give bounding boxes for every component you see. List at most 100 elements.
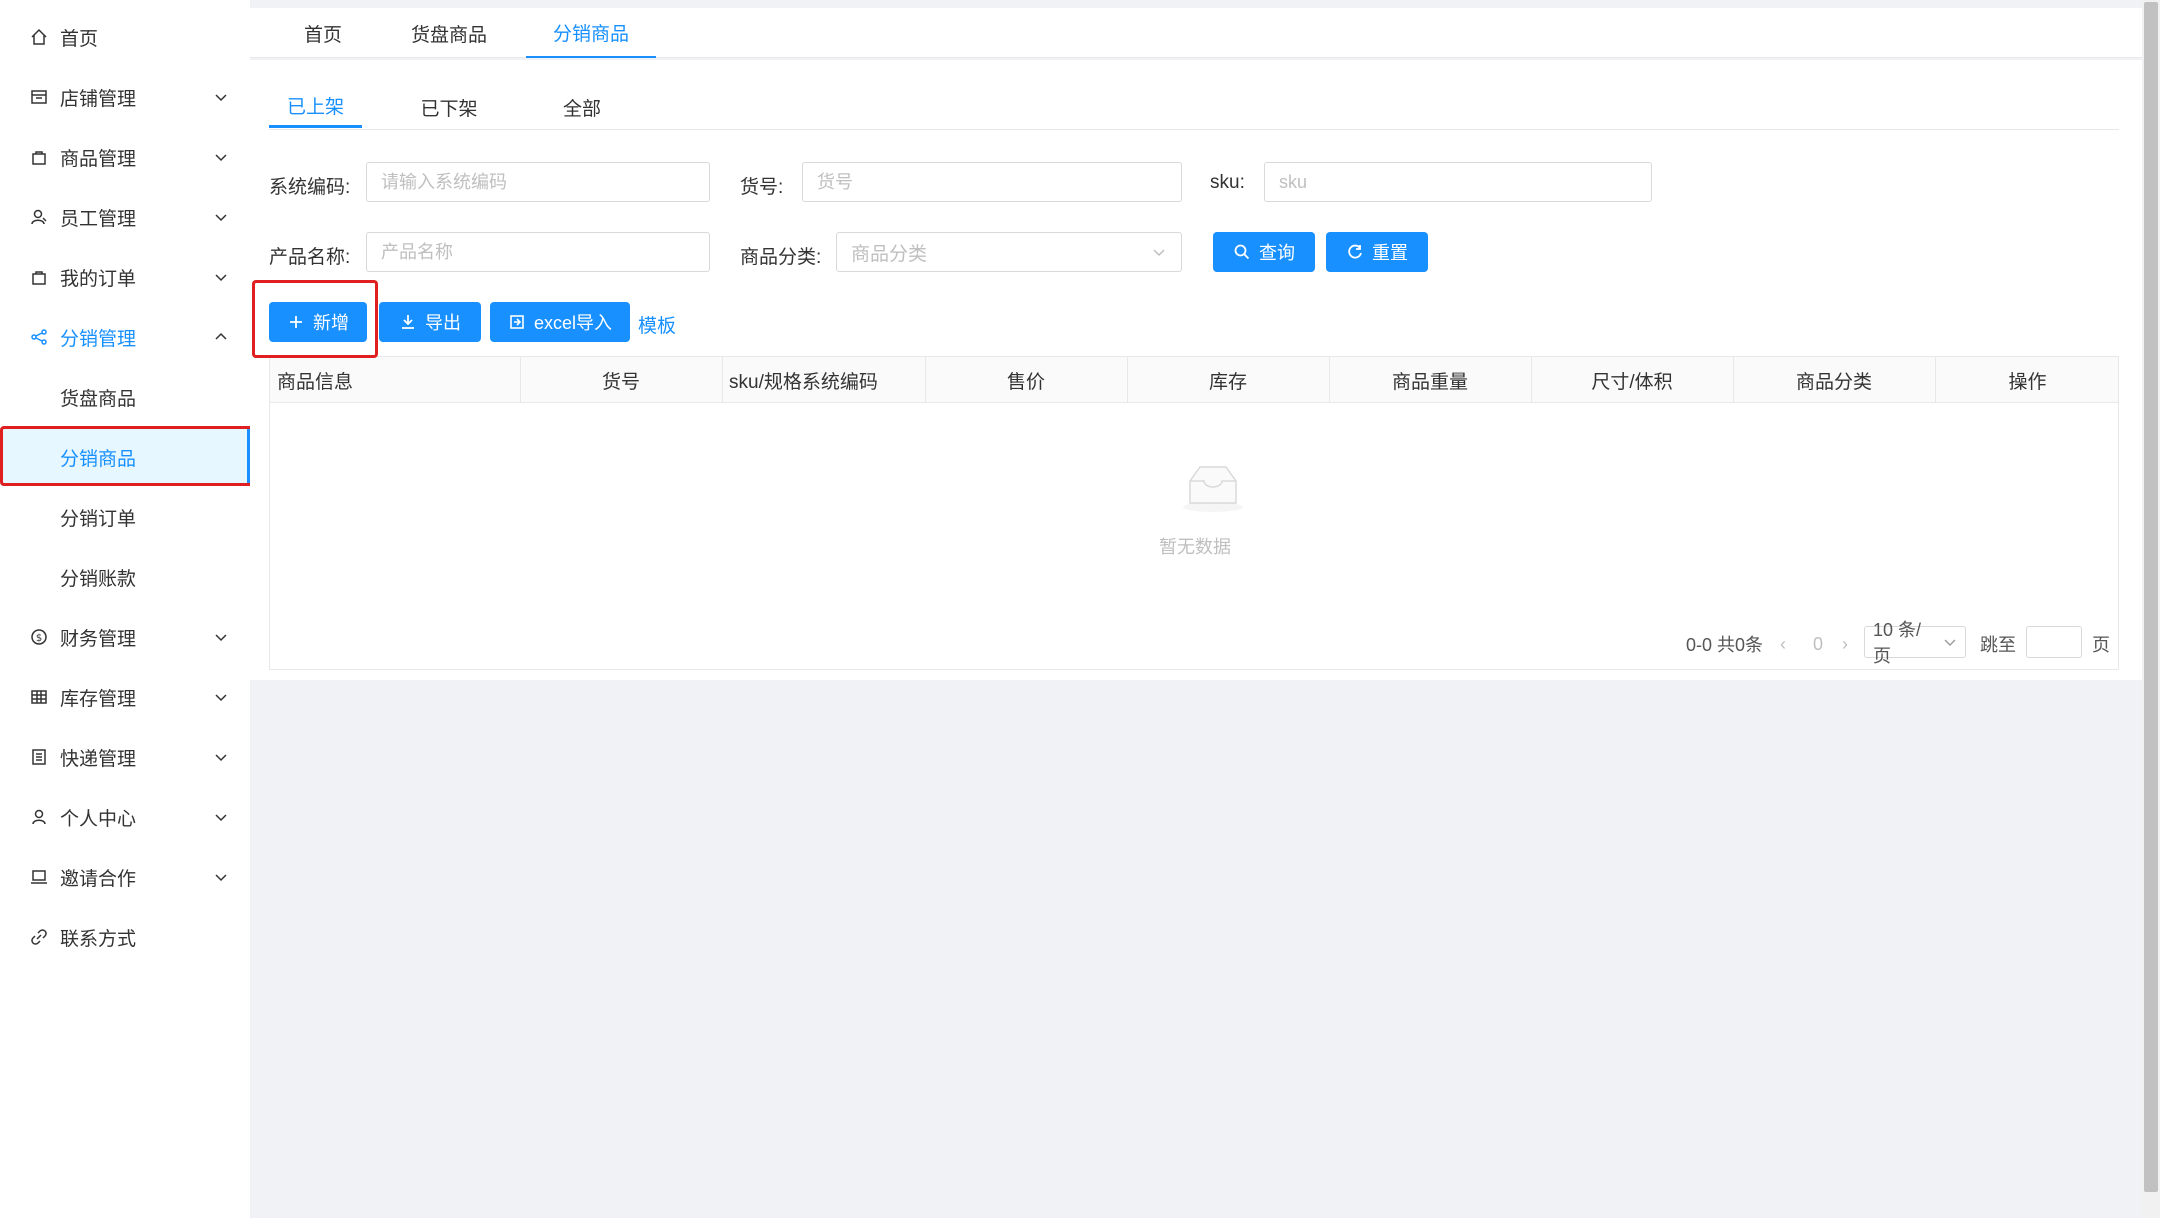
reload-icon: [1346, 243, 1364, 261]
sidebar-item-label: 首页: [60, 28, 99, 50]
sidebar-item-label: 库存管理: [60, 688, 137, 710]
subtab-listed[interactable]: 已上架: [269, 86, 362, 128]
query-button-label: 查询: [1259, 243, 1295, 263]
sidebar-item-label: 分销管理: [60, 328, 137, 350]
vertical-scrollbar[interactable]: [2142, 0, 2160, 1218]
jump-label: 跳至: [1980, 635, 2016, 655]
list-icon: [28, 746, 50, 768]
sidebar-item-label: 分销账款: [60, 568, 137, 590]
sidebar-item-my-orders[interactable]: 我的订单: [0, 248, 250, 306]
sidebar-subitem-pallet-products[interactable]: 货盘商品: [0, 368, 250, 426]
product-name-input[interactable]: [366, 232, 710, 272]
column-header: 操作: [2008, 371, 2047, 393]
export-button[interactable]: 导出: [379, 302, 481, 342]
sidebar-item-inventory[interactable]: 库存管理: [0, 668, 250, 726]
category-select[interactable]: 商品分类: [836, 232, 1182, 272]
column-header: 商品重量: [1391, 371, 1468, 393]
subtab-label: 已上架: [286, 97, 344, 118]
excel-import-button[interactable]: excel导入: [490, 302, 630, 342]
category-select-placeholder: 商品分类: [851, 243, 928, 265]
sidebar-item-label: 店铺管理: [60, 88, 137, 110]
prev-page-icon[interactable]: ‹: [1780, 628, 1786, 660]
chevron-down-icon: [215, 274, 227, 282]
sidebar-subitem-distribution-products[interactable]: 分销商品: [0, 428, 250, 486]
column-header: 货号: [601, 371, 640, 393]
chevron-down-icon: [215, 214, 227, 222]
subtab-all[interactable]: 全部: [535, 86, 629, 128]
next-page-icon[interactable]: ›: [1842, 628, 1848, 660]
sidebar-item-profile[interactable]: 个人中心: [0, 788, 250, 846]
subtab-delisted[interactable]: 已下架: [402, 86, 496, 128]
column-header: sku/规格系统编码: [729, 371, 878, 393]
chevron-down-icon: [215, 94, 227, 102]
sidebar-item-home[interactable]: 首页: [0, 8, 250, 66]
table-header: 商品信息 货号 sku/规格系统编码 售价 库存 商品重量 尺寸/体积 商品分类…: [270, 357, 2118, 403]
sidebar-item-staff[interactable]: 员工管理: [0, 188, 250, 246]
column-header: 库存: [1208, 371, 1247, 393]
subtab-label: 全部: [562, 98, 601, 120]
export-button-label: 导出: [425, 313, 461, 333]
sku-label: sku:: [1210, 172, 1245, 193]
bag-icon: [28, 146, 50, 168]
product-table: 商品信息 货号 sku/规格系统编码 售价 库存 商品重量 尺寸/体积 商品分类…: [269, 356, 2119, 670]
subtab-label: 已下架: [420, 98, 478, 120]
tab-label: 首页: [303, 24, 342, 46]
sidebar-item-products[interactable]: 商品管理: [0, 128, 250, 186]
sidebar-item-invite[interactable]: 邀请合作: [0, 848, 250, 906]
sidebar-item-contact[interactable]: 联系方式: [0, 908, 250, 966]
user-icon: [28, 806, 50, 828]
main-panel: 已上架 已下架 全部 系统编码: 货号: sku: 产品名称: 商品分类: 商品…: [250, 60, 2142, 680]
chevron-down-icon: [215, 874, 227, 882]
item-no-input[interactable]: [802, 162, 1182, 202]
sidebar-item-label: 员工管理: [60, 208, 137, 230]
add-button[interactable]: 新增: [269, 302, 367, 342]
reset-button-label: 重置: [1372, 243, 1408, 263]
tab-pallet-products[interactable]: 货盘商品: [396, 8, 502, 58]
sidebar-item-shop[interactable]: 店铺管理: [0, 68, 250, 126]
product-name-label: 产品名称:: [269, 247, 351, 268]
link-icon: [28, 926, 50, 948]
bag-icon: [28, 266, 50, 288]
dollar-icon: $: [28, 626, 50, 648]
template-link[interactable]: 模板: [638, 311, 676, 338]
sidebar-item-finance[interactable]: $ 财务管理: [0, 608, 250, 666]
query-button[interactable]: 查询: [1213, 232, 1315, 272]
sidebar-subitem-distribution-accounts[interactable]: 分销账款: [0, 548, 250, 606]
tab-distribution-products[interactable]: 分销商品: [526, 8, 656, 58]
plus-icon: [287, 313, 305, 331]
pagination-current[interactable]: 0: [1813, 628, 1823, 660]
chevron-down-icon: [215, 634, 227, 642]
column-header: 商品信息: [277, 371, 354, 393]
empty-text: 暂无数据: [1159, 537, 1231, 557]
system-code-label: 系统编码:: [269, 177, 351, 198]
jump-page-input[interactable]: [2026, 626, 2082, 658]
sidebar-subitem-distribution-orders[interactable]: 分销订单: [0, 488, 250, 546]
chevron-down-icon: [215, 814, 227, 822]
sidebar-item-label: 分销订单: [60, 508, 137, 530]
tab-label: 分销商品: [552, 23, 629, 45]
sidebar-item-distribution[interactable]: 分销管理: [0, 308, 250, 366]
page-size-select[interactable]: 10 条/页: [1864, 620, 1966, 666]
tab-home[interactable]: 首页: [282, 8, 364, 58]
staff-icon: [28, 206, 50, 228]
chevron-down-icon: [215, 694, 227, 702]
page-size-value: 10 条/页: [1873, 620, 1922, 666]
sidebar-item-label: 分销商品: [60, 448, 137, 470]
reset-button[interactable]: 重置: [1326, 232, 1428, 272]
sidebar-item-label: 货盘商品: [60, 388, 137, 410]
category-label: 商品分类:: [740, 247, 822, 268]
chevron-down-icon: [215, 754, 227, 762]
download-icon: [399, 313, 417, 331]
column-header: 尺寸/体积: [1591, 371, 1673, 393]
excel-import-button-label: excel导入: [533, 313, 613, 333]
system-code-input[interactable]: [366, 162, 710, 202]
sku-input[interactable]: [1264, 162, 1652, 202]
sidebar-item-label: 我的订单: [60, 268, 137, 290]
scrollbar-thumb[interactable]: [2144, 2, 2158, 1192]
sidebar-item-label: 财务管理: [60, 628, 137, 650]
shop-icon: [28, 86, 50, 108]
sidebar-item-label: 联系方式: [60, 928, 137, 950]
sidebar-item-express[interactable]: 快递管理: [0, 728, 250, 786]
page-suffix: 页: [2092, 635, 2110, 655]
chevron-down-icon: [1944, 639, 1956, 646]
